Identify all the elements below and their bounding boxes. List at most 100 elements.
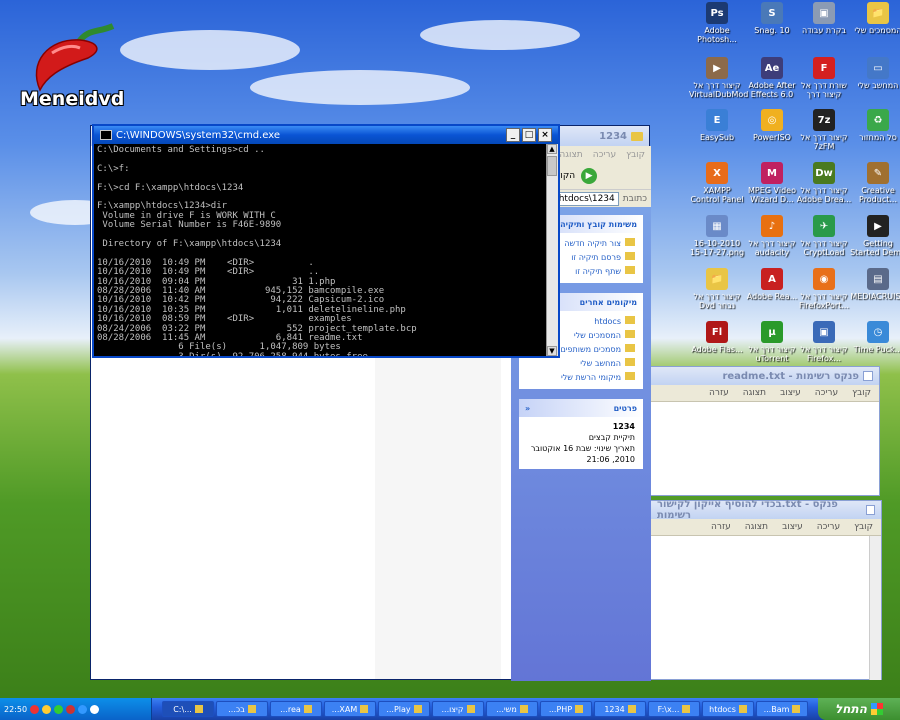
console-line: C:\Documents and Settings>cd .. xyxy=(97,145,265,155)
menu-item[interactable]: תצוגה xyxy=(559,150,582,160)
place-link[interactable]: המחשב שלי xyxy=(527,357,635,371)
scroll-up-icon[interactable]: ▲ xyxy=(547,144,557,154)
desktop-icon[interactable]: 📁 קיצור דרך אל Dvd נבחר xyxy=(689,268,745,310)
menu-item[interactable]: קובץ xyxy=(626,150,645,160)
notepad-readme-window[interactable]: readme.txt - פנקס רשימות קובץ עריכה עיצוב ת… xyxy=(650,366,880,496)
notepad-scrollbar[interactable] xyxy=(869,536,881,680)
desktop-icon[interactable]: S Snag. 10 xyxy=(744,2,800,35)
place-label: המחשב שלי xyxy=(580,359,621,368)
desktop-icon-label: MPEG Video Wizard D... xyxy=(748,186,796,204)
notepad-readme-titlebar[interactable]: readme.txt - פנקס רשימות xyxy=(651,367,879,385)
taskbar-button[interactable]: ...בכ xyxy=(216,701,268,717)
desktop-icon[interactable]: 📁 המסמכים שלי xyxy=(850,2,900,35)
task-label: צור תיקיה חדשה xyxy=(564,239,621,248)
desktop-icon[interactable]: Ps Adobe Photosh... xyxy=(689,2,745,44)
menu-item[interactable]: קובץ xyxy=(854,522,873,532)
close-button[interactable]: × xyxy=(538,128,552,142)
desktop-icon[interactable]: ◎ PowerISO xyxy=(744,109,800,142)
tray-icon[interactable] xyxy=(66,704,76,714)
desktop-icon[interactable]: ▣ קיצור דרך אל Firefox... xyxy=(796,321,852,363)
taskbar-button[interactable]: ...קיצו xyxy=(432,701,484,717)
file-list-area[interactable] xyxy=(375,356,501,679)
desktop-icon[interactable]: X XAMPP Control Panel xyxy=(689,162,745,204)
menu-item[interactable]: עזרה xyxy=(709,388,729,398)
desktop-icon[interactable]: ▣ בקרת עבודה xyxy=(796,2,852,35)
desktop-icon[interactable]: E EasySub xyxy=(689,109,745,142)
desktop-logo-text: Meneidvd xyxy=(20,88,125,110)
place-link[interactable]: מיקומי הרשת שלי xyxy=(527,371,635,385)
menu-item[interactable]: עריכה xyxy=(593,150,616,160)
desktop-icon[interactable]: µ קיצור דרך אל uTorrent xyxy=(744,321,800,363)
desktop-icon[interactable]: ▭ המחשב שלי xyxy=(850,57,900,90)
taskbar-button[interactable]: ...rea xyxy=(270,701,322,717)
desktop-icon[interactable]: ▶ Getting Started Demo xyxy=(850,215,900,257)
clock[interactable]: 22:50 xyxy=(4,705,27,714)
other-places-header[interactable]: מיקומים אחרים xyxy=(580,298,637,307)
task-folder-icon xyxy=(625,238,635,246)
audacity-icon: ♪ xyxy=(761,215,783,237)
desktop-icon[interactable]: ◷ Time Puck... xyxy=(850,321,900,354)
desktop-icon[interactable]: F שורת דרך אל קיצור דרך xyxy=(796,57,852,99)
details-header[interactable]: פרטים xyxy=(614,404,637,413)
desktop-icon[interactable]: Fl Adobe Flas... xyxy=(689,321,745,354)
menu-item[interactable]: עיצוב xyxy=(782,522,803,532)
desktop-icon[interactable]: ▤ MEDIACRUISE xyxy=(850,268,900,301)
desktop-icon[interactable]: Dw קיצור דרך אל Adobe Drea... xyxy=(796,162,852,204)
taskbar-button[interactable]: 1234 xyxy=(594,701,646,717)
menu-item[interactable]: קובץ xyxy=(852,388,871,398)
tray-icon[interactable] xyxy=(30,704,40,714)
taskbar-button-label: htdocs xyxy=(709,704,736,714)
tray-icon[interactable] xyxy=(78,704,88,714)
back-arrow-icon[interactable]: ▶ xyxy=(581,168,598,184)
taskbar-button[interactable]: F:\x... xyxy=(648,701,700,717)
collapse-icon[interactable]: « xyxy=(525,404,530,413)
scroll-thumb[interactable] xyxy=(547,156,557,176)
menu-item[interactable]: עזרה xyxy=(711,522,731,532)
menu-item[interactable]: עיצוב xyxy=(780,388,801,398)
tray-icon[interactable] xyxy=(42,704,52,714)
tray-icon[interactable] xyxy=(90,704,100,714)
taskbar-button[interactable]: ...משי xyxy=(486,701,538,717)
notepad-shortcut-menubar: קובץ עריכה עיצוב תצוגה עזרה xyxy=(651,519,881,536)
menu-item[interactable]: תצוגה xyxy=(743,388,766,398)
taskbar-button-label: ...קיצו xyxy=(441,704,464,714)
minimize-button[interactable]: _ xyxy=(506,128,520,142)
cmd-titlebar[interactable]: C:\WINDOWS\system32\cmd.exe _ □ × xyxy=(94,126,558,144)
app-icon xyxy=(738,705,747,713)
taskbar-button[interactable]: C:\... xyxy=(162,701,214,717)
desktop-icon[interactable]: ▶ קיצור דרך אל VirtualDubMod xyxy=(689,57,748,99)
notepad-shortcut-window[interactable]: בכדי להוסיף אייקון לקישור.txt - פנקס רשי… xyxy=(650,499,882,680)
file-tasks-header[interactable]: משימות קובץ ותיקיה xyxy=(560,220,637,229)
desktop-icon[interactable]: ♻ סל המחזור xyxy=(850,109,900,142)
desktop-icon[interactable]: ✎ Creative Product... xyxy=(850,162,900,204)
desktop-icon-label: קיצור דרך אל Firefox... xyxy=(800,345,848,363)
desktop-icon[interactable]: 7z קיצור דרך אל 7zFM xyxy=(796,109,852,151)
taskbar-button[interactable]: ...Play xyxy=(378,701,430,717)
cmd-scrollbar[interactable]: ▲ ▼ xyxy=(546,144,558,356)
desktop-icon[interactable]: ♪ קיצור דרך אל audacity xyxy=(744,215,800,257)
desktop-icon[interactable]: Ae Adobe After Effects 6.0 xyxy=(744,57,800,99)
maximize-button[interactable]: □ xyxy=(522,128,536,142)
desktop-icon[interactable]: ✈ קיצור דרך אל CryptLoad xyxy=(796,215,852,257)
cmd-window[interactable]: C:\WINDOWS\system32\cmd.exe _ □ × C:\Doc… xyxy=(92,124,560,358)
menu-item[interactable]: עריכה xyxy=(817,522,840,532)
desktop-icon[interactable]: M MPEG Video Wizard D... xyxy=(744,162,800,204)
menu-item[interactable]: עריכה xyxy=(815,388,838,398)
app-icon xyxy=(627,705,636,713)
desktop-icon[interactable]: ▦ 16-10-2010 15-17-27.png xyxy=(689,215,745,257)
cmd-title: C:\WINDOWS\system32\cmd.exe xyxy=(116,129,280,141)
details-panel: פרטים « 1234 תיקיית קבצים תאריך שינוי: שב… xyxy=(519,399,643,469)
taskbar-button[interactable]: ...Bam xyxy=(756,701,808,717)
taskbar-button[interactable]: htdocs xyxy=(702,701,754,717)
menu-item[interactable]: תצוגה xyxy=(745,522,768,532)
console-output[interactable]: C:\Documents and Settings>cd .. C:\>f: F:\… xyxy=(94,144,546,356)
scroll-down-icon[interactable]: ▼ xyxy=(547,346,557,356)
desktop-icon[interactable]: ◉ קיצור דרך אל FirefoxPort... xyxy=(796,268,852,310)
tray-icon[interactable] xyxy=(54,704,64,714)
taskbar-button[interactable]: ...PHP xyxy=(540,701,592,717)
desktop-icon-label: Adobe After Effects 6.0 xyxy=(748,81,796,99)
start-button[interactable]: התחל xyxy=(818,698,900,720)
desktop-icon[interactable]: A Adobe Rea... xyxy=(744,268,800,301)
notepad-shortcut-titlebar[interactable]: בכדי להוסיף אייקון לקישור.txt - פנקס רשי… xyxy=(651,499,881,521)
taskbar-button[interactable]: ...XAM xyxy=(324,701,376,717)
